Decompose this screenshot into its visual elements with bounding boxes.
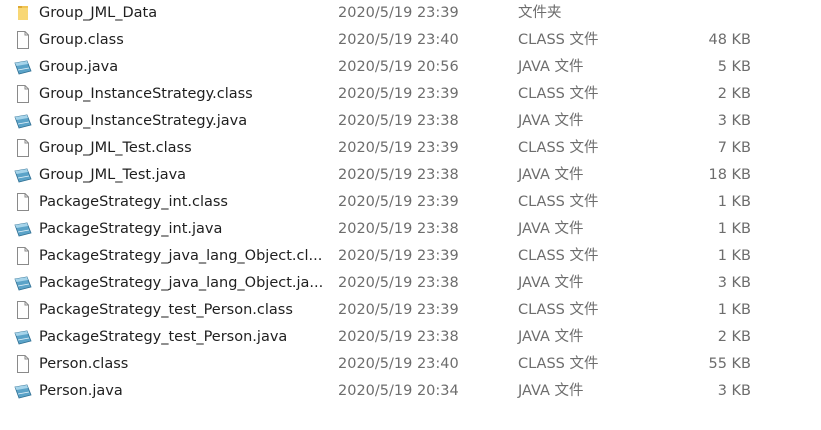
file-date: 2020/5/19 20:56 xyxy=(338,59,459,75)
file-name: PackageStrategy_int.java xyxy=(39,221,223,237)
file-icon xyxy=(14,355,32,373)
file-row-group-instancestrategy-java[interactable]: Group_InstanceStrategy.java 2020/5/19 23… xyxy=(0,108,821,135)
file-name: PackageStrategy_test_Person.java xyxy=(39,329,288,345)
file-name: Person.java xyxy=(39,383,123,399)
file-name: PackageStrategy_test_Person.class xyxy=(39,302,293,318)
file-type: JAVA 文件 xyxy=(518,221,584,237)
file-type: CLASS 文件 xyxy=(518,302,599,318)
file-size: 1 KB xyxy=(717,248,751,264)
file-size: 3 KB xyxy=(717,113,751,129)
file-size: 2 KB xyxy=(717,329,751,345)
file-icon xyxy=(14,139,32,157)
file-name: PackageStrategy_int.class xyxy=(39,194,228,210)
file-type: CLASS 文件 xyxy=(518,194,599,210)
file-icon xyxy=(14,247,32,265)
file-icon xyxy=(14,301,32,319)
file-date: 2020/5/19 23:39 xyxy=(338,86,459,102)
file-name: Group_JML_Data xyxy=(39,5,158,21)
file-type: CLASS 文件 xyxy=(518,248,599,264)
file-icon xyxy=(14,31,32,49)
java-file-icon xyxy=(14,58,32,76)
file-name: Group_InstanceStrategy.class xyxy=(39,86,253,102)
file-size: 7 KB xyxy=(717,140,751,156)
file-name: PackageStrategy_java_lang_Object.cl... xyxy=(39,248,322,264)
java-file-icon xyxy=(14,328,32,346)
file-date: 2020/5/19 23:38 xyxy=(338,221,459,237)
file-type: JAVA 文件 xyxy=(518,275,584,291)
file-date: 2020/5/19 23:39 xyxy=(338,194,459,210)
file-row-packagestrategy-test-person-class[interactable]: PackageStrategy_test_Person.class 2020/5… xyxy=(0,297,821,324)
file-icon xyxy=(14,85,32,103)
file-size: 1 KB xyxy=(717,302,751,318)
file-row-group-instancestrategy-class[interactable]: Group_InstanceStrategy.class 2020/5/19 2… xyxy=(0,81,821,108)
file-name: Group_InstanceStrategy.java xyxy=(39,113,248,129)
file-date: 2020/5/19 23:38 xyxy=(338,329,459,345)
file-row-person-java[interactable]: Person.java 2020/5/19 20:34 JAVA 文件 3 KB xyxy=(0,378,821,405)
file-row-packagestrategy-int-java[interactable]: PackageStrategy_int.java 2020/5/19 23:38… xyxy=(0,216,821,243)
java-file-icon xyxy=(14,166,32,184)
file-name: Group.class xyxy=(39,32,124,48)
file-icon xyxy=(14,193,32,211)
file-size: 48 KB xyxy=(708,32,751,48)
file-size: 3 KB xyxy=(717,383,751,399)
file-type: CLASS 文件 xyxy=(518,32,599,48)
file-type: JAVA 文件 xyxy=(518,167,584,183)
file-size: 18 KB xyxy=(708,167,751,183)
file-date: 2020/5/19 23:38 xyxy=(338,167,459,183)
file-date: 2020/5/19 23:39 xyxy=(338,5,459,21)
file-type: JAVA 文件 xyxy=(518,59,584,75)
file-date: 2020/5/19 23:38 xyxy=(338,113,459,129)
file-type: JAVA 文件 xyxy=(518,383,584,399)
file-date: 2020/5/19 23:40 xyxy=(338,32,459,48)
file-row-packagestrategy-java-lang-object-java[interactable]: PackageStrategy_java_lang_Object.ja... 2… xyxy=(0,270,821,297)
file-date: 2020/5/19 23:38 xyxy=(338,275,459,291)
file-date: 2020/5/19 23:40 xyxy=(338,356,459,372)
file-row-packagestrategy-java-lang-object-class[interactable]: PackageStrategy_java_lang_Object.cl... 2… xyxy=(0,243,821,270)
file-type: JAVA 文件 xyxy=(518,113,584,129)
java-file-icon xyxy=(14,274,32,292)
file-row-group-class[interactable]: Group.class 2020/5/19 23:40 CLASS 文件 48 … xyxy=(0,27,821,54)
file-name: Group.java xyxy=(39,59,119,75)
file-size: 3 KB xyxy=(717,275,751,291)
file-size: 1 KB xyxy=(717,194,751,210)
java-file-icon xyxy=(14,382,32,400)
file-row-person-class[interactable]: Person.class 2020/5/19 23:40 CLASS 文件 55… xyxy=(0,351,821,378)
folder-icon xyxy=(14,4,32,22)
file-name: PackageStrategy_java_lang_Object.ja... xyxy=(39,275,322,291)
file-row-group-jml-data[interactable]: Group_JML_Data 2020/5/19 23:39 文件夹 xyxy=(0,0,821,27)
file-row-packagestrategy-int-class[interactable]: PackageStrategy_int.class 2020/5/19 23:3… xyxy=(0,189,821,216)
file-row-packagestrategy-test-person-java[interactable]: PackageStrategy_test_Person.java 2020/5/… xyxy=(0,324,821,351)
file-size: 2 KB xyxy=(717,86,751,102)
file-row-group-jml-test-java[interactable]: Group_JML_Test.java 2020/5/19 23:38 JAVA… xyxy=(0,162,821,189)
java-file-icon xyxy=(14,112,32,130)
file-date: 2020/5/19 23:39 xyxy=(338,140,459,156)
file-date: 2020/5/19 20:34 xyxy=(338,383,459,399)
file-size: 5 KB xyxy=(717,59,751,75)
file-size: 55 KB xyxy=(708,356,751,372)
java-file-icon xyxy=(14,220,32,238)
file-type: CLASS 文件 xyxy=(518,356,599,372)
file-name: Group_JML_Test.java xyxy=(39,167,187,183)
file-size: 1 KB xyxy=(717,221,751,237)
file-name: Group_JML_Test.class xyxy=(39,140,192,156)
file-date: 2020/5/19 23:39 xyxy=(338,302,459,318)
file-type: JAVA 文件 xyxy=(518,329,584,345)
file-date: 2020/5/19 23:39 xyxy=(338,248,459,264)
file-row-group-jml-test-class[interactable]: Group_JML_Test.class 2020/5/19 23:39 CLA… xyxy=(0,135,821,162)
file-type: CLASS 文件 xyxy=(518,86,599,102)
file-type: 文件夹 xyxy=(518,5,562,21)
file-name: Person.class xyxy=(39,356,129,372)
file-row-group-java[interactable]: Group.java 2020/5/19 20:56 JAVA 文件 5 KB xyxy=(0,54,821,81)
file-type: CLASS 文件 xyxy=(518,140,599,156)
